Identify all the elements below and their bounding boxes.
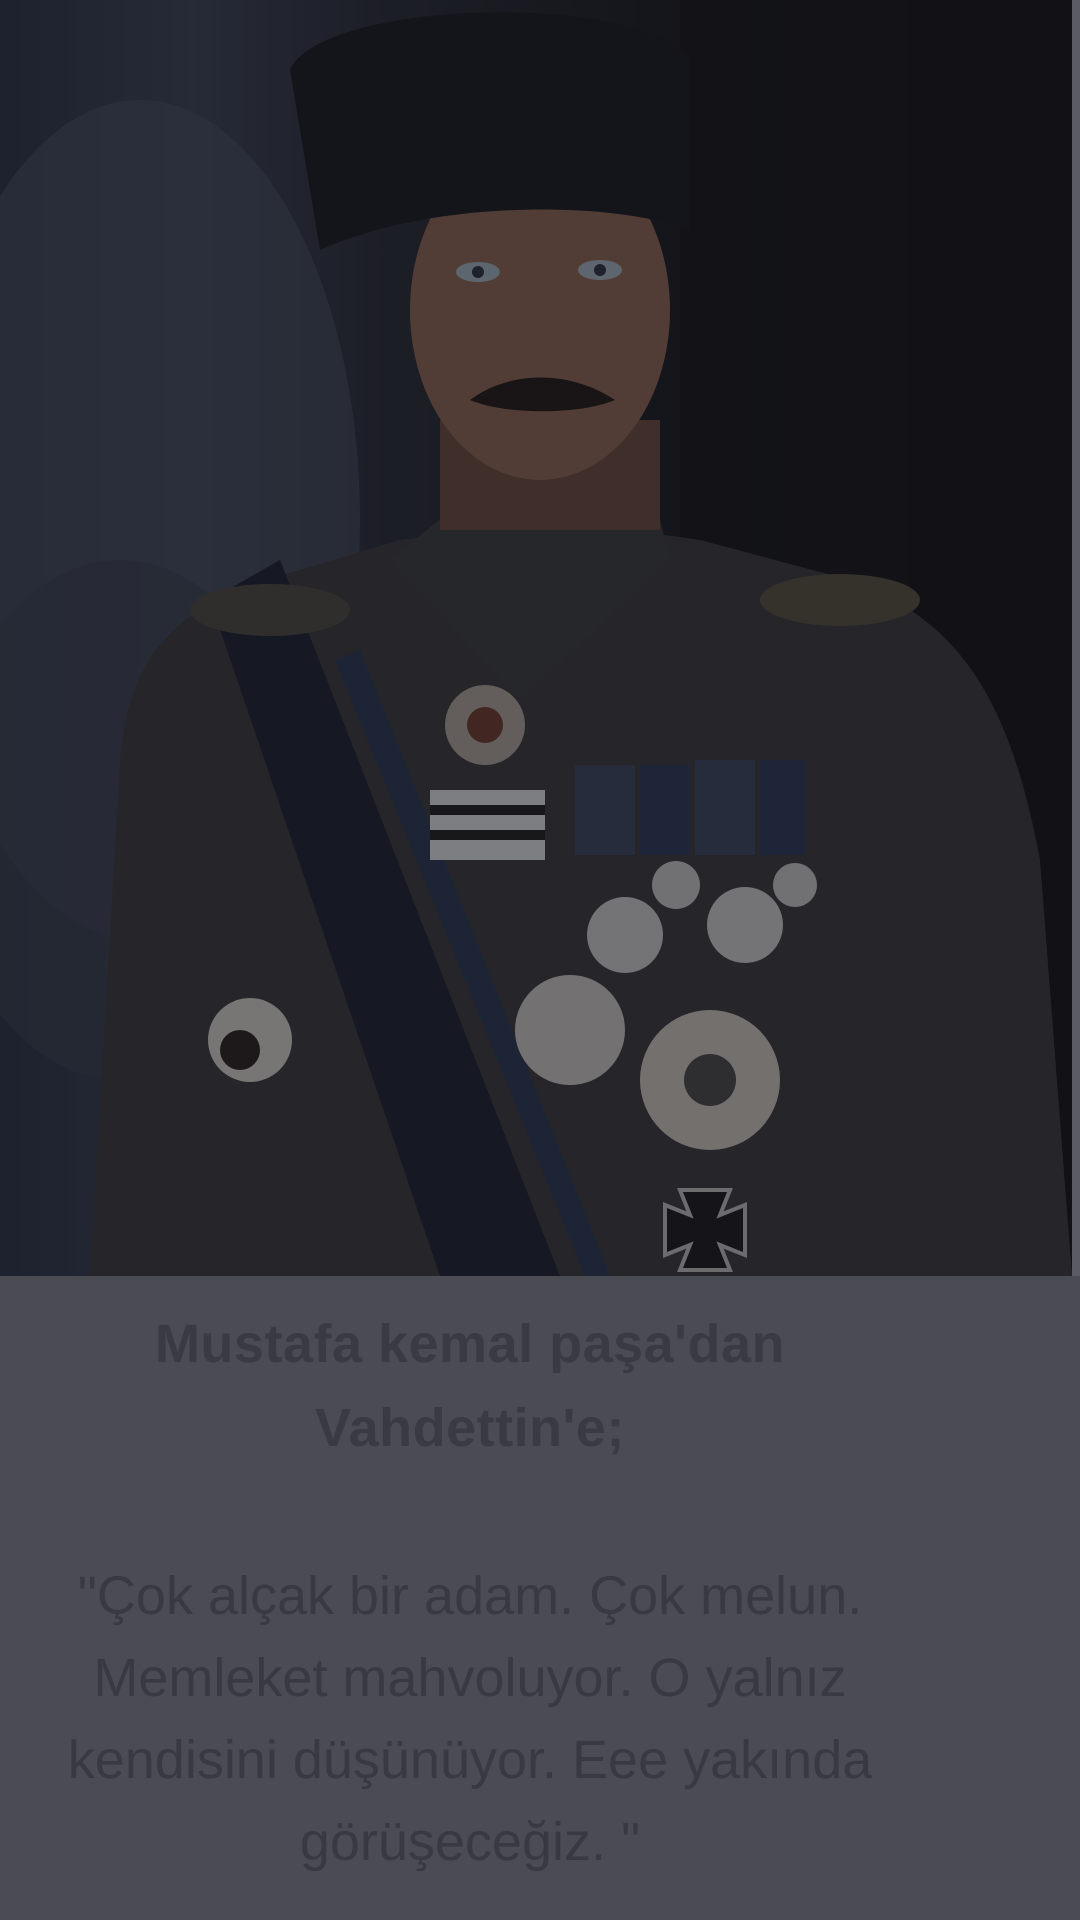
caption-title: Mustafa kemal paşa'dan Vahdettin'e; (154, 1314, 786, 1458)
portrait-illustration (0, 0, 1072, 1276)
caption-quote: "Çok alçak bir adam. Çok melun. Memleket… (67, 1566, 873, 1872)
portrait-photo (0, 0, 1072, 1276)
photo-edge (1072, 0, 1080, 1276)
